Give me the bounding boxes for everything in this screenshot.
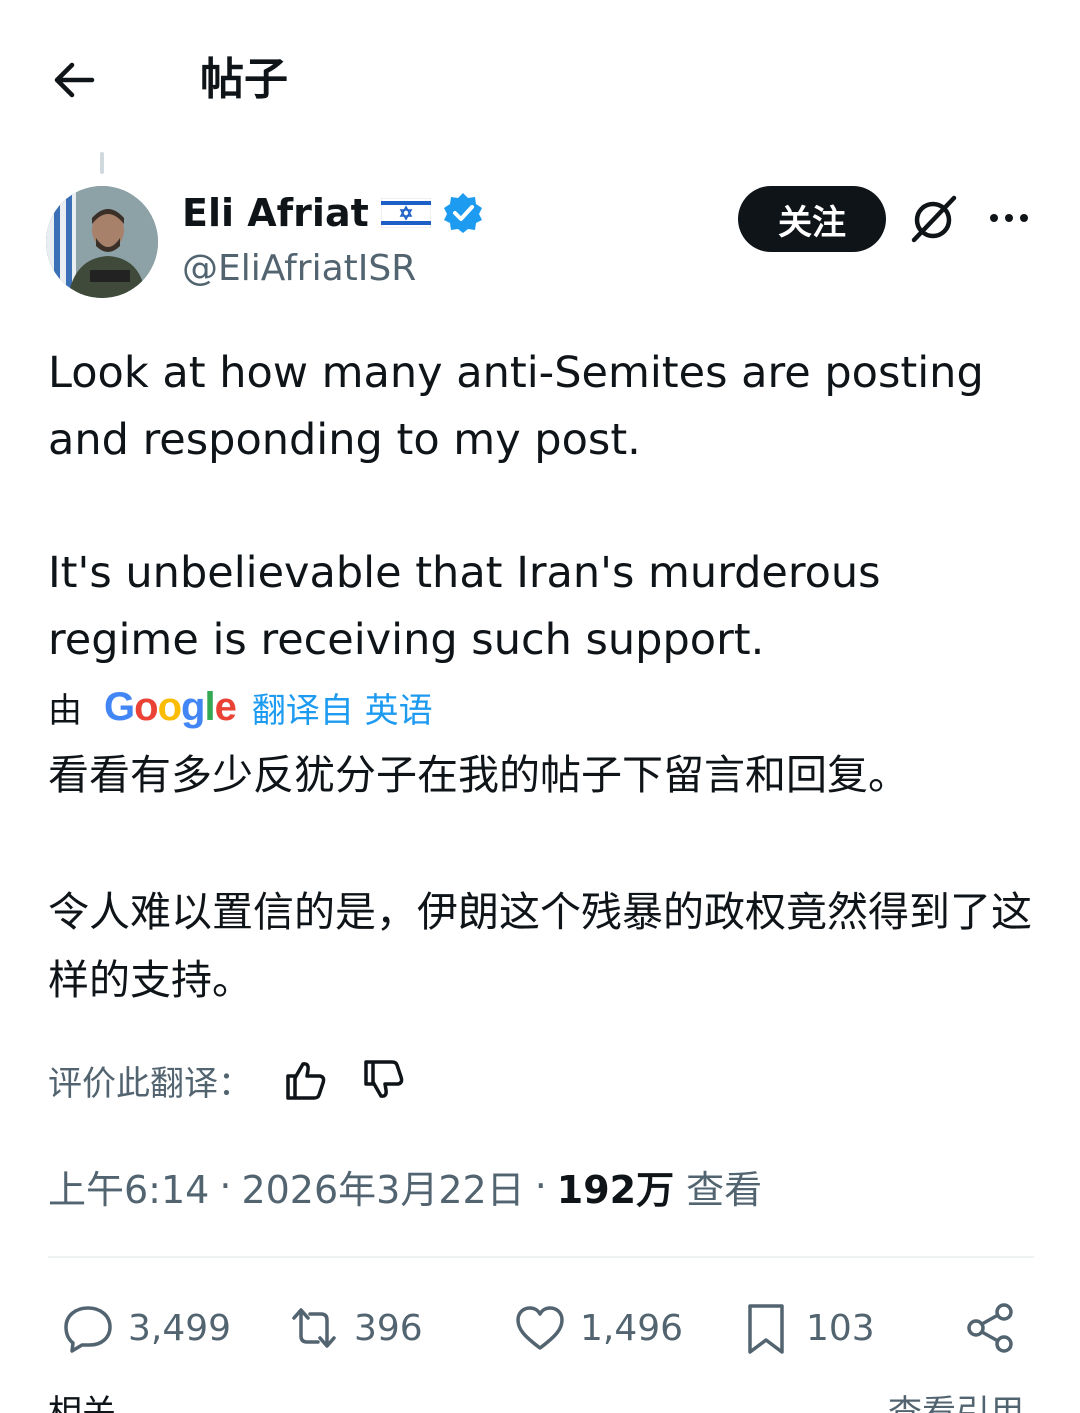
arrow-left-icon	[54, 62, 95, 98]
thumbs-up-icon[interactable]	[282, 1056, 330, 1104]
israel-flag-icon	[380, 198, 431, 228]
author-name-row: Eli Afriat	[182, 188, 485, 238]
translated-from-link[interactable]: 翻译自 英语	[252, 683, 433, 732]
avatar[interactable]	[46, 186, 158, 298]
follow-button[interactable]: 关注	[738, 186, 886, 252]
translation-attribution: 由 Google 翻译自 英语	[48, 682, 433, 732]
page-title: 帖子	[200, 54, 288, 105]
grok-icon	[911, 195, 957, 243]
meta-separator: ·	[219, 1164, 232, 1208]
display-name[interactable]: Eli Afriat	[182, 188, 369, 238]
repost-icon	[292, 1308, 336, 1348]
repost-count: 396	[354, 1307, 423, 1349]
tweet-date: 2026年3月22日	[241, 1167, 525, 1212]
reply-icon	[64, 1306, 112, 1353]
reply-button[interactable]: 3,499	[60, 1296, 231, 1360]
translated-text-paragraph-1: 看看有多少反犹分子在我的帖子下留言和回复。	[48, 751, 909, 799]
back-button[interactable]	[46, 52, 102, 108]
like-button[interactable]: 1,496	[512, 1296, 683, 1360]
grok-button[interactable]	[906, 190, 962, 246]
repost-button[interactable]: 396	[286, 1296, 423, 1360]
bookmark-count: 103	[806, 1307, 875, 1349]
google-logo: Google	[104, 684, 237, 729]
share-icon	[967, 1303, 1013, 1353]
top-bar: 帖子	[0, 0, 1080, 150]
tweet-text-paragraph-1: Look at how many anti-Semites are postin…	[48, 348, 984, 465]
avatar-image	[46, 186, 158, 298]
views-label: 查看	[686, 1167, 763, 1212]
tweet-time: 上午6:14	[48, 1167, 210, 1212]
author-handle[interactable]: @EliAfriatISR	[182, 246, 416, 292]
bookmark-icon	[748, 1304, 784, 1354]
verified-badge-icon[interactable]	[441, 191, 485, 235]
like-count: 1,496	[580, 1307, 684, 1349]
translated-text-paragraph-2: 令人难以置信的是，伊朗这个残暴的政权竟然得到了这样的支持。	[48, 888, 1032, 1004]
view-quotes-link[interactable]: 查看引用	[888, 1388, 1024, 1413]
heart-icon	[516, 1306, 564, 1350]
rate-translation-row: 评价此翻译：	[48, 1052, 408, 1108]
tweet-text-paragraph-2: It's unbelievable that Iran's murderous …	[48, 548, 881, 665]
share-button[interactable]	[962, 1296, 1030, 1360]
translated-by-label: 由	[48, 690, 82, 731]
related-label: 相关	[48, 1393, 116, 1413]
views-count[interactable]: 192万	[557, 1159, 674, 1214]
meta-separator: ·	[534, 1164, 547, 1208]
tweet-meta: 上午6:14 · 2026年3月22日 · 192万 查看	[48, 1160, 762, 1212]
thumbs-down-icon[interactable]	[360, 1056, 408, 1104]
rate-translation-label: 评价此翻译：	[48, 1063, 252, 1104]
more-horizontal-icon	[990, 214, 1028, 222]
more-options-button[interactable]	[984, 198, 1034, 238]
thread-connector-line	[100, 152, 104, 174]
reply-count: 3,499	[128, 1307, 232, 1349]
divider	[48, 1256, 1034, 1258]
tweet-actions-bar: 3,499 396 1,496 103	[0, 1296, 1080, 1360]
bookmark-button[interactable]: 103	[738, 1296, 875, 1360]
